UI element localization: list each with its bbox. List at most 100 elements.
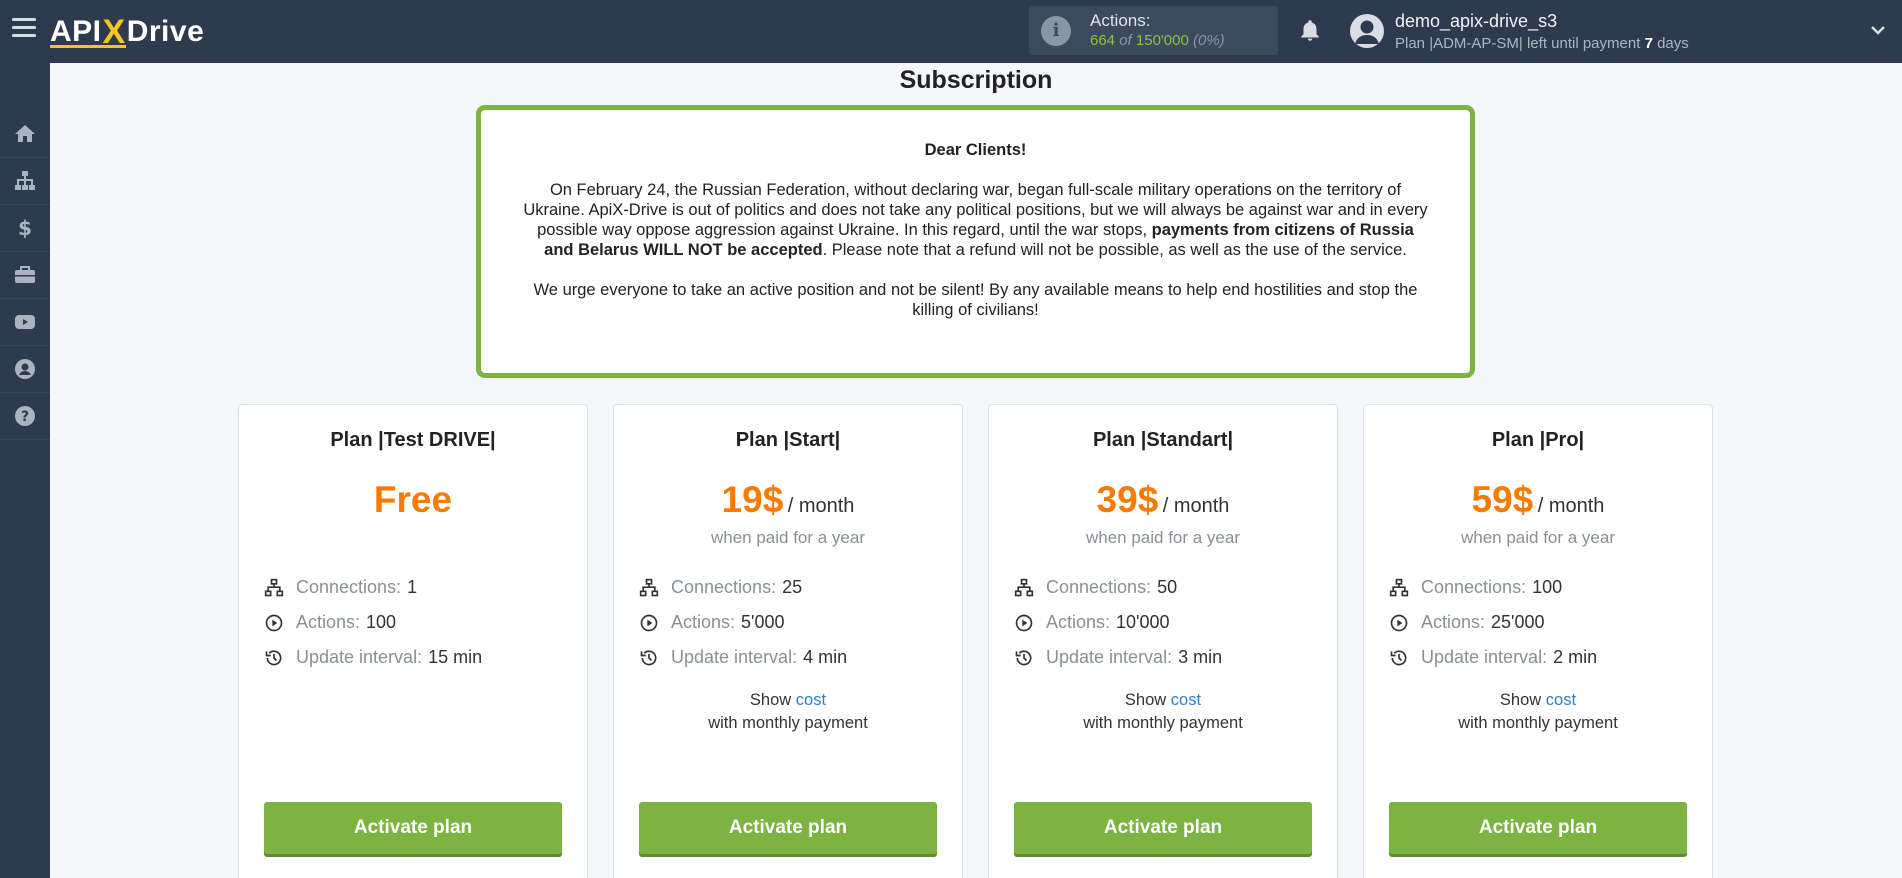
plan-status: Plan |ADM-AP-SM| left until payment 7 da…: [1395, 35, 1689, 52]
feature-label: Connections:: [671, 577, 777, 597]
plan-name: Plan |Start|: [735, 429, 841, 451]
sidebar-item-profile[interactable]: [0, 346, 50, 393]
question-circle-icon: ?: [15, 406, 35, 426]
plans-list: Plan |Test DRIVE| Free Connections: 1 Ac…: [238, 404, 1713, 878]
show-label: Show: [1499, 691, 1542, 709]
plan-name: Plan |Test DRIVE|: [330, 429, 496, 451]
feature-value: 4 min: [803, 647, 848, 667]
plan-price: 19$: [721, 479, 784, 520]
play-circle-icon: [265, 614, 283, 631]
monthly-label: with monthly payment: [708, 714, 868, 732]
notice-paragraph-1: On February 24, the Russian Federation, …: [521, 180, 1430, 260]
feature-label: Connections:: [296, 577, 402, 597]
sitemap-icon: [15, 171, 35, 190]
activate-plan-button[interactable]: Activate plan: [264, 802, 562, 854]
cost-link[interactable]: cost: [1546, 691, 1576, 709]
actions-value: 664 of 150'000 (0%): [1090, 32, 1225, 49]
actions-used: 664: [1090, 32, 1116, 49]
monthly-label: with monthly payment: [1458, 714, 1618, 732]
logo[interactable]: API X Drive: [50, 12, 204, 52]
username[interactable]: demo_apix-drive_s3: [1395, 11, 1557, 32]
plan-price: 59$: [1471, 479, 1534, 520]
sidebar-item-home[interactable]: [0, 111, 50, 158]
history-icon: [640, 649, 657, 665]
chevron-down-icon[interactable]: [1868, 20, 1888, 40]
sidebar: $ ?: [0, 63, 50, 878]
feature-interval: Update interval: 2 min: [1389, 640, 1597, 675]
sidebar-item-videos[interactable]: [0, 299, 50, 346]
menu-icon[interactable]: [12, 18, 36, 42]
play-circle-icon: [640, 614, 658, 631]
actions-counter: i Actions: 664 of 150'000 (0%): [1029, 6, 1278, 55]
logo-drive: Drive: [126, 15, 205, 48]
cost-link[interactable]: cost: [796, 691, 826, 709]
feature-value: 100: [366, 612, 397, 632]
plan-status-prefix: Plan |ADM-AP-SM| left until payment: [1395, 35, 1641, 52]
sitemap-icon: [1389, 578, 1409, 596]
feature-value: 50: [1157, 577, 1178, 597]
feature-connections: Connections: 100: [1389, 570, 1597, 605]
bell-icon[interactable]: [1297, 18, 1323, 44]
plan-features: Connections: 100 Actions: 25'000 Update …: [1389, 570, 1597, 675]
notice-heading: Dear Clients!: [924, 141, 1027, 159]
plan-card-standart: Plan |Standart| 39$ / month when paid fo…: [988, 404, 1338, 878]
price-row: 59$ / month: [1364, 479, 1712, 521]
feature-interval: Update interval: 4 min: [639, 640, 847, 675]
sidebar-item-billing[interactable]: $: [0, 205, 50, 252]
monthly-label: with monthly payment: [1083, 714, 1243, 732]
price-row: 19$ / month: [614, 479, 962, 521]
plan-name: Plan |Pro|: [1491, 429, 1585, 451]
feature-actions: Actions: 10'000: [1014, 605, 1222, 640]
sidebar-item-tools[interactable]: [0, 252, 50, 299]
plan-features: Connections: 25 Actions: 5'000 Update in…: [639, 570, 847, 675]
activate-plan-button[interactable]: Activate plan: [1389, 802, 1687, 854]
briefcase-icon: [15, 266, 35, 283]
feature-value: 25: [782, 577, 803, 597]
show-monthly-cost: Show cost with monthly payment: [1364, 689, 1712, 735]
plan-price: 39$: [1096, 479, 1159, 520]
plan-period: when paid for a year: [1460, 528, 1616, 547]
plan-per-month: / month: [787, 495, 855, 517]
feature-interval: Update interval: 15 min: [264, 640, 482, 675]
feature-label: Actions:: [1421, 612, 1486, 632]
feature-actions: Actions: 5'000: [639, 605, 847, 640]
history-icon: [265, 649, 282, 665]
feature-value: 15 min: [428, 647, 483, 667]
plan-card-pro: Plan |Pro| 59$ / month when paid for a y…: [1363, 404, 1713, 878]
svg-text:$: $: [18, 216, 32, 240]
plan-name: Plan |Standart|: [1092, 429, 1234, 451]
play-circle-icon: [1015, 614, 1033, 631]
feature-connections: Connections: 25: [639, 570, 847, 605]
avatar[interactable]: [1350, 14, 1384, 48]
sitemap-icon: [264, 578, 284, 596]
feature-label: Update interval:: [296, 647, 423, 667]
feature-connections: Connections: 50: [1014, 570, 1222, 605]
plan-card-start: Plan |Start| 19$ / month when paid for a…: [613, 404, 963, 878]
feature-label: Actions:: [296, 612, 361, 632]
feature-value: 2 min: [1553, 647, 1598, 667]
youtube-icon: [15, 315, 35, 329]
price-row: 39$ / month: [989, 479, 1337, 521]
plan-features: Connections: 50 Actions: 10'000 Update i…: [1014, 570, 1222, 675]
sidebar-item-help[interactable]: ?: [0, 393, 50, 440]
show-monthly-cost: Show cost with monthly payment: [989, 689, 1337, 735]
war-notice: Dear Clients! On February 24, the Russia…: [476, 105, 1475, 378]
feature-actions: Actions: 25'000: [1389, 605, 1597, 640]
actions-title: Actions:: [1090, 11, 1151, 30]
feature-interval: Update interval: 3 min: [1014, 640, 1222, 675]
play-circle-icon: [1390, 614, 1408, 631]
sidebar-item-connections[interactable]: [0, 158, 50, 205]
show-label: Show: [1124, 691, 1167, 709]
activate-plan-button[interactable]: Activate plan: [1014, 802, 1312, 854]
activate-plan-button[interactable]: Activate plan: [639, 802, 937, 854]
plan-per-month: / month: [1162, 495, 1230, 517]
plan-card-test-drive: Plan |Test DRIVE| Free Connections: 1 Ac…: [238, 404, 588, 878]
cost-link[interactable]: cost: [1171, 691, 1201, 709]
sitemap-icon: [639, 578, 659, 596]
feature-label: Actions:: [1046, 612, 1111, 632]
feature-label: Actions:: [671, 612, 736, 632]
feature-label: Update interval:: [1421, 647, 1548, 667]
plan-per-month: / month: [1537, 495, 1605, 517]
history-icon: [1015, 649, 1032, 665]
top-bar: API X Drive i Actions: 664 of 150'000 (0%)…: [0, 0, 1902, 63]
